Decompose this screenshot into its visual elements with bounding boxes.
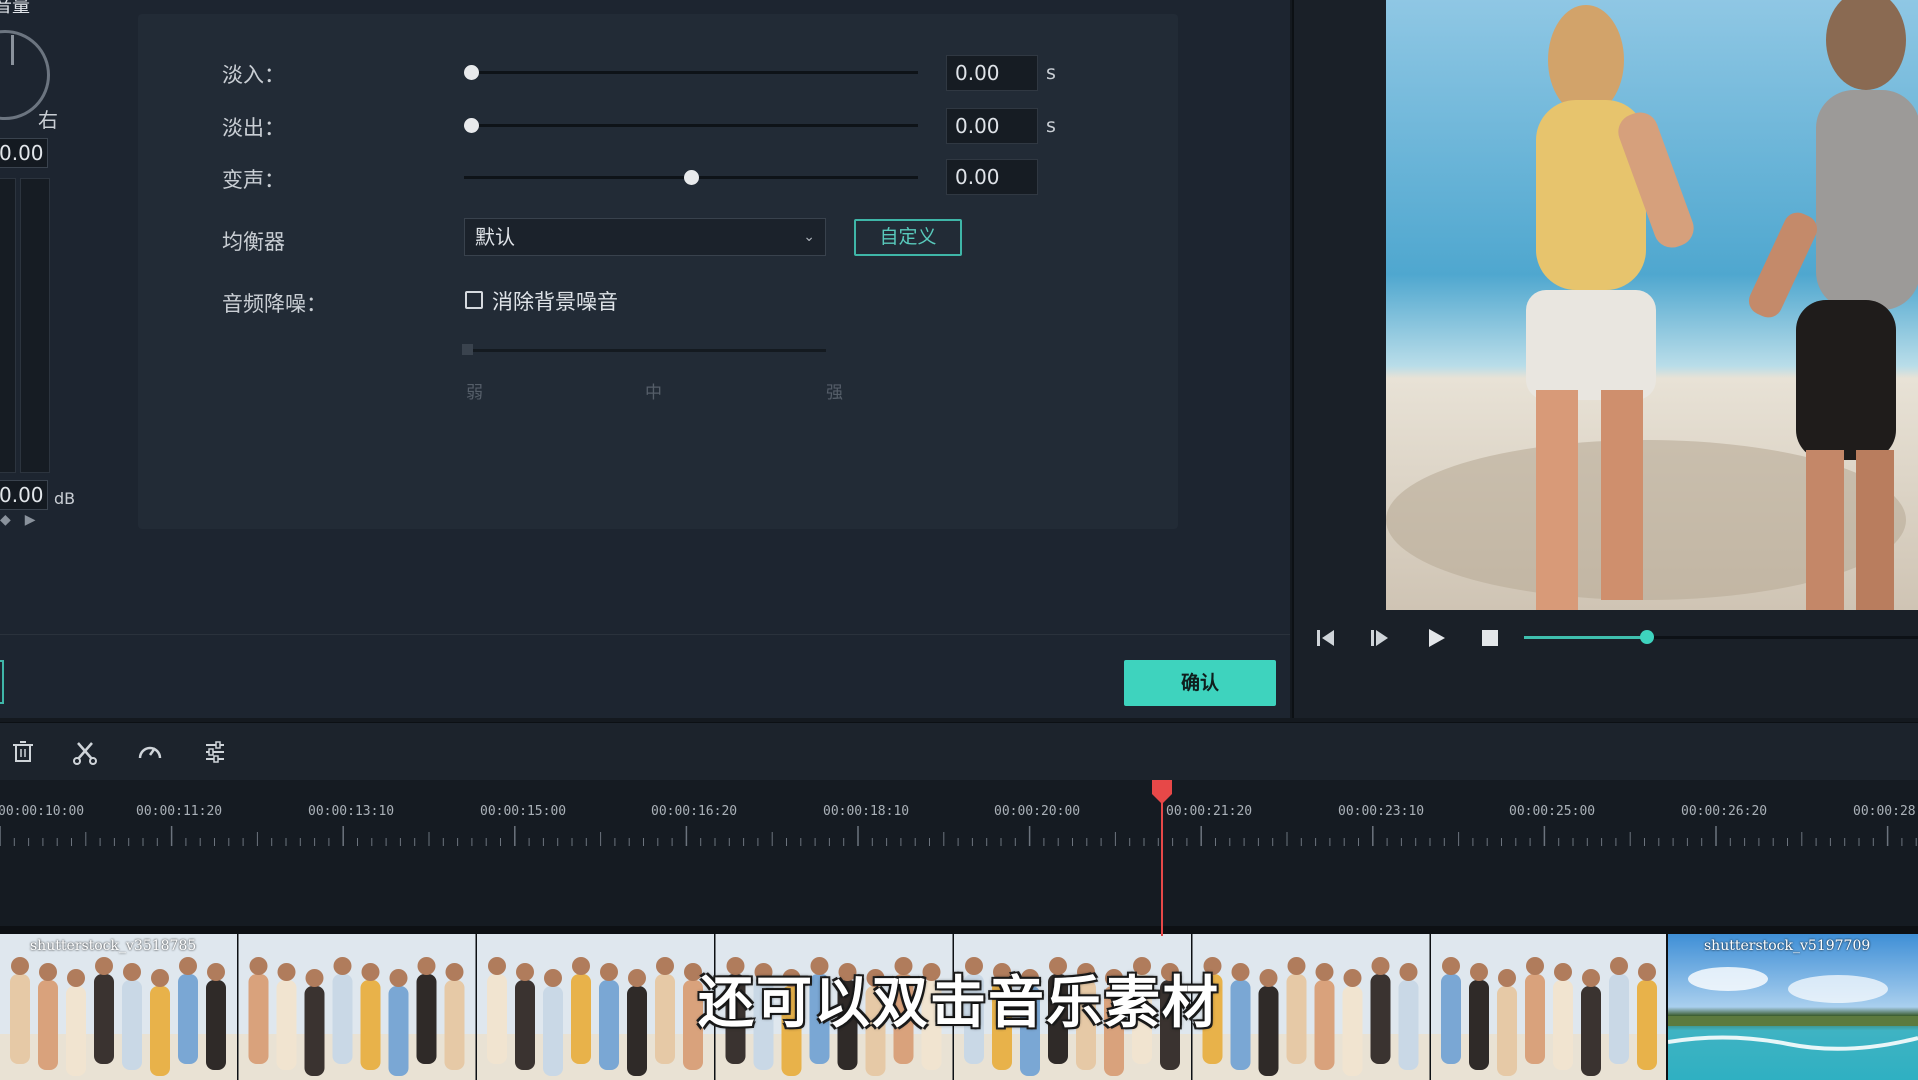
clip-name: shutterstock_v3518785: [30, 938, 197, 954]
denoise-label: 音频降噪：: [222, 292, 327, 316]
ruler-tick: 00:00:11:20: [136, 804, 223, 819]
ruler-tick: 00:00:20:00: [994, 804, 1081, 819]
pitch-slider[interactable]: [464, 170, 918, 185]
audio-adjust-icon[interactable]: [200, 737, 230, 767]
balance-right-label: 右: [38, 108, 58, 132]
pitch-label: 变声：: [222, 168, 285, 192]
timeline-ruler[interactable]: 00:00:10:00 00:00:11:20 00:00:13:10 00:0…: [0, 780, 1918, 926]
scissors-icon[interactable]: [70, 737, 100, 767]
fade-in-label: 淡入：: [222, 63, 285, 87]
fade-in-slider-thumb[interactable]: [464, 65, 479, 80]
speed-icon[interactable]: [135, 737, 165, 767]
app-window: 音量 右 0.00 0.00 dB ◆▶ 淡入： 0.00 s 淡出： 0.00: [0, 0, 1918, 1080]
clip-frame-sand: [715, 1034, 953, 1080]
playhead-handle-icon[interactable]: [1151, 780, 1173, 804]
stop-icon[interactable]: [1476, 624, 1504, 652]
fade-out-slider-thumb[interactable]: [464, 118, 479, 133]
preview-video[interactable]: [1386, 0, 1918, 610]
gain-value-field[interactable]: 0.00: [0, 480, 48, 510]
clip-frame-sand: [954, 1034, 1191, 1080]
ruler-tick: 00:00:13:10: [308, 804, 395, 819]
fade-out-slider[interactable]: [464, 118, 918, 133]
denoise-level-weak: 弱: [466, 383, 483, 403]
clip-frame-sand: [0, 1034, 237, 1080]
ruler-tick: 00:00:21:20: [1166, 804, 1253, 819]
clip-frame-sand: [477, 1034, 714, 1080]
denoise-level-thumb: [462, 344, 473, 355]
video-subtitle: 还可以双击音乐素材: [698, 971, 1220, 1036]
audio-settings-panel: 淡入： 0.00 s 淡出： 0.00 s 变声： 0.00 均衡器 默认 ⌄ …: [138, 14, 1178, 529]
volume-title: 音量: [0, 0, 30, 17]
equalizer-selected-value: 默认: [475, 225, 515, 249]
ruler-tick: 00:00:25:00: [1509, 804, 1596, 819]
clip-frame-sand: [238, 1034, 476, 1080]
trash-icon[interactable]: [8, 737, 38, 767]
ruler-tick-marks: [0, 826, 1917, 846]
vu-meter-right: [20, 178, 50, 473]
ruler-tick: 00:00:26:20: [1681, 804, 1768, 819]
fade-out-value-field[interactable]: 0.00: [946, 108, 1038, 144]
timeline-toolbar: [0, 722, 1918, 780]
audio-settings-dialog: 音量 右 0.00 0.00 dB ◆▶ 淡入： 0.00 s 淡出： 0.00: [0, 0, 1290, 718]
ruler-tick: 00:00:10:00: [0, 804, 85, 819]
preview-progress-fill: [1524, 636, 1647, 639]
denoise-level-slider: [462, 344, 826, 355]
ruler-tick: 00:00:18:10: [823, 804, 910, 819]
equalizer-custom-button[interactable]: 自定义: [854, 219, 962, 256]
equalizer-select[interactable]: 默认 ⌄: [464, 218, 826, 256]
fade-out-label: 淡出：: [222, 116, 285, 140]
pitch-value-field[interactable]: 0.00: [946, 159, 1038, 195]
reset-button-edge[interactable]: [0, 660, 4, 704]
vu-meter-left: [0, 178, 16, 473]
fade-in-slider[interactable]: [464, 65, 918, 80]
denoise-checkbox-label[interactable]: 消除背景噪音: [492, 286, 618, 316]
ok-button[interactable]: 确认: [1124, 660, 1276, 706]
dialog-divider: [0, 634, 1290, 635]
pitch-slider-thumb[interactable]: [683, 170, 699, 185]
fade-out-unit: s: [1046, 115, 1056, 137]
fade-in-unit: s: [1046, 62, 1056, 84]
ruler-tick: 00:00:15:00: [480, 804, 567, 819]
ruler-tick: 00:00:23:10: [1338, 804, 1425, 819]
denoise-checkbox[interactable]: [465, 291, 483, 309]
keyframe-arrows-icon[interactable]: ◆▶: [0, 512, 50, 528]
denoise-level-medium: 中: [645, 383, 662, 403]
preview-progress-bar[interactable]: [1524, 630, 1918, 644]
previous-frame-icon[interactable]: [1312, 624, 1340, 652]
equalizer-label: 均衡器: [222, 230, 285, 254]
clip-frame-sand: [1192, 1034, 1430, 1080]
preview-panel: [1292, 0, 1918, 718]
balance-value-field[interactable]: 0.00: [0, 138, 48, 168]
clip-name: shutterstock_v5197709: [1704, 938, 1871, 954]
next-frame-icon[interactable]: [1366, 624, 1394, 652]
clip-frame-sand: [1431, 1034, 1668, 1080]
preview-progress-thumb[interactable]: [1639, 630, 1654, 644]
fade-in-value-field[interactable]: 0.00: [946, 55, 1038, 91]
gain-unit: dB: [54, 489, 76, 508]
denoise-level-strong: 强: [826, 383, 843, 403]
ruler-tick: 00:00:28:: [1853, 804, 1918, 819]
chevron-down-icon: ⌄: [803, 229, 815, 245]
ruler-tick: 00:00:16:20: [651, 804, 738, 819]
playhead-line: [1161, 800, 1163, 936]
play-icon[interactable]: [1422, 624, 1450, 652]
volume-panel: 音量 右 0.00 0.00 dB ◆▶: [0, 0, 140, 560]
